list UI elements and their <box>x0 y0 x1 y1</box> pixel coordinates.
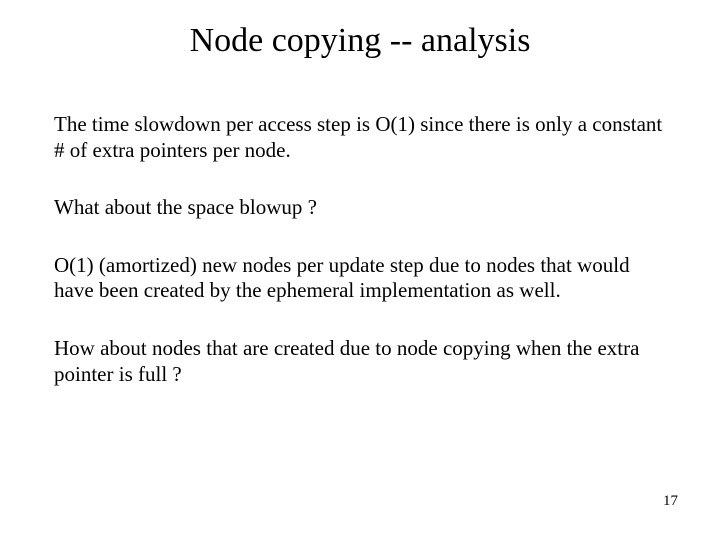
slide-title: Node copying -- analysis <box>0 22 720 60</box>
paragraph: How about nodes that are created due to … <box>54 336 666 387</box>
paragraph: O(1) (amortized) new nodes per update st… <box>54 253 666 304</box>
page-number: 17 <box>663 493 678 510</box>
paragraph: The time slowdown per access step is O(1… <box>54 112 666 163</box>
slide: Node copying -- analysis The time slowdo… <box>0 0 720 540</box>
paragraph: What about the space blowup ? <box>54 195 666 221</box>
slide-body: The time slowdown per access step is O(1… <box>54 112 666 419</box>
